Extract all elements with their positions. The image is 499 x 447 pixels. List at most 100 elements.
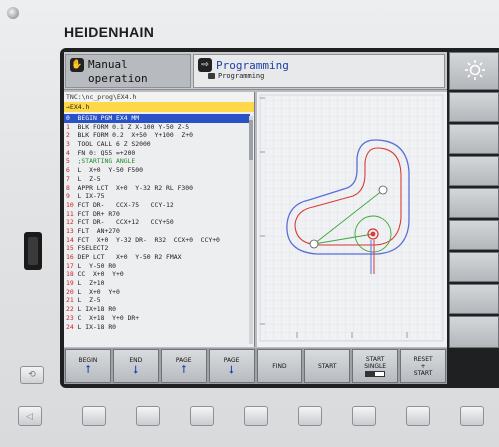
start-softkey[interactable]: START xyxy=(304,349,351,383)
hardware-softkey-5[interactable] xyxy=(298,406,322,426)
program-line[interactable]: 1 BLK FORM 0.1 Z X-100 Y-50 Z-5 xyxy=(64,123,250,132)
program-line[interactable]: 8 APPR LCT X+0 Y-32 R2 RL F300 xyxy=(64,184,250,193)
program-panel[interactable]: TNC:\nc_prog\EX4.h →EX4.h 0 BEGIN PGM EX… xyxy=(64,92,255,347)
program-line[interactable]: 18 CC X+0 Y+0 xyxy=(64,270,250,279)
line-number: 19 xyxy=(66,279,74,288)
hardware-softkey-4[interactable] xyxy=(244,406,268,426)
programming-mode[interactable]: ⇨ Programming Programming xyxy=(193,54,445,88)
program-line[interactable]: 11 FCT DR+ R70 xyxy=(64,210,250,219)
arrow-up-icon: ⭡ xyxy=(181,362,187,376)
hardware-softkey-6[interactable] xyxy=(352,406,376,426)
line-text: TOOL CALL 6 Z S2000 xyxy=(69,140,151,149)
line-text: L IX+18 R0 xyxy=(73,305,117,314)
line-text: L Z+10 xyxy=(73,279,105,288)
hardware-softkey-3[interactable] xyxy=(190,406,214,426)
vertical-softkey-6[interactable] xyxy=(449,252,499,282)
program-line[interactable]: 15 FSELECT2 xyxy=(64,244,250,253)
bezel-screw-icon xyxy=(7,7,19,19)
start-single-softkey[interactable]: START SINGLE xyxy=(352,349,399,383)
program-line[interactable]: 5 ;STARTING ANGLE xyxy=(64,157,250,166)
line-number: 12 xyxy=(66,218,74,227)
begin-softkey[interactable]: BEGIN ⭡ xyxy=(65,349,111,383)
hardware-softkey-8[interactable] xyxy=(460,406,484,426)
screen-switch-button[interactable]: ⟲ xyxy=(20,366,44,384)
program-line[interactable]: 16 DEP LCT X+0 Y-50 R2 FMAX xyxy=(64,253,250,262)
page-down-softkey[interactable]: PAGE ⭣ xyxy=(208,349,255,383)
page-up-softkey[interactable]: PAGE ⭡ xyxy=(160,349,207,383)
program-file-tab[interactable]: →EX4.h xyxy=(64,102,254,112)
program-line[interactable]: 21 L Z-5 xyxy=(64,296,250,305)
line-text: APPR LCT X+0 Y-32 R2 RL F300 xyxy=(69,183,193,192)
vertical-softkey-2[interactable] xyxy=(449,124,499,154)
toggle-icon xyxy=(365,370,386,377)
line-text: L Z-5 xyxy=(73,296,101,305)
program-line[interactable]: 0 BEGIN PGM EX4 MM xyxy=(64,114,250,123)
line-number: 18 xyxy=(66,270,74,279)
program-line[interactable]: 13 FLT AN+270 xyxy=(64,227,250,236)
end-softkey[interactable]: END ⭣ xyxy=(112,349,159,383)
program-line[interactable]: 4 FN 0: Q55 =+200 xyxy=(64,149,250,158)
program-line[interactable]: 2 BLK FORM 0.2 X+50 Y+100 Z+0 xyxy=(64,131,250,140)
contour-graphic-panel[interactable] xyxy=(257,92,447,347)
line-number: 17 xyxy=(66,261,74,270)
usb-port xyxy=(24,232,42,270)
program-line[interactable]: 19 L Z+10 xyxy=(64,279,250,288)
line-number: 23 xyxy=(66,313,74,322)
line-text: L IX-18 R0 xyxy=(73,322,117,331)
program-line[interactable]: 3 TOOL CALL 6 Z S2000 xyxy=(64,140,250,149)
program-line[interactable]: 23 C X+18 Y+0 DR+ xyxy=(64,314,250,323)
hardware-key-row: ◁ xyxy=(18,406,498,428)
line-text: L IX-75 xyxy=(69,192,105,201)
line-text: FCT X+0 Y-32 DR- R32 CCX+0 CCY+0 xyxy=(73,235,220,244)
program-line[interactable]: 10 FCT DR- CCX-75 CCY-12 xyxy=(64,201,250,210)
triangle-left-icon: ◁ xyxy=(26,412,33,422)
screen-switch-icon: ⟲ xyxy=(28,370,36,380)
program-line[interactable]: 14 FCT X+0 Y-32 DR- R32 CCX+0 CCY+0 xyxy=(64,236,250,245)
arrow-down-icon: ⭣ xyxy=(133,362,139,376)
line-text: C X+18 Y+0 DR+ xyxy=(73,313,140,322)
scrollbar-thumb[interactable] xyxy=(249,120,253,160)
line-number: 13 xyxy=(66,226,74,235)
reset-start-softkey[interactable]: RESET + START xyxy=(400,349,446,383)
display-brightness-key[interactable] xyxy=(449,52,499,90)
manual-operation-mode[interactable]: ✋ Manual operation xyxy=(65,54,191,88)
line-text: FLT AN+270 xyxy=(73,226,120,235)
program-scrollbar[interactable] xyxy=(249,116,253,344)
softkey-left-arrow-button[interactable]: ◁ xyxy=(18,406,42,426)
line-text: BLK FORM 0.2 X+50 Y+100 Z+0 xyxy=(69,131,193,140)
vertical-softkey-7[interactable] xyxy=(449,284,499,314)
programming-mode-title: Programming xyxy=(216,58,289,72)
program-line[interactable]: 12 FCT DR- CCX+12 CCY+50 xyxy=(64,218,250,227)
line-number: 11 xyxy=(66,209,74,218)
vertical-softkey-3[interactable] xyxy=(449,156,499,186)
vertical-softkey-5[interactable] xyxy=(449,220,499,250)
line-text: CC X+0 Y+0 xyxy=(73,270,124,279)
vertical-softkey-8[interactable] xyxy=(449,316,499,348)
line-text: FCT DR- CCX-75 CCY-12 xyxy=(73,200,174,209)
program-line[interactable]: 7 L Z-5 xyxy=(64,175,250,184)
line-number: 20 xyxy=(66,287,74,296)
hardware-softkey-1[interactable] xyxy=(82,406,106,426)
program-line[interactable]: 20 L X+0 Y+0 xyxy=(64,288,250,297)
vertical-softkey-1[interactable] xyxy=(449,92,499,122)
program-line[interactable]: 17 L Y-50 R0 xyxy=(64,262,250,271)
line-number: 14 xyxy=(66,235,74,244)
line-text: ;STARTING ANGLE xyxy=(69,157,136,166)
vertical-softkey-4[interactable] xyxy=(449,188,499,218)
program-line[interactable]: 22 L IX+18 R0 xyxy=(64,305,250,314)
line-number: 24 xyxy=(66,322,74,331)
arrow-up-icon: ⭡ xyxy=(85,362,91,376)
program-line[interactable]: 6 L X+0 Y-50 F500 xyxy=(64,166,250,175)
program-line[interactable]: 9 L IX-75 xyxy=(64,192,250,201)
find-softkey[interactable]: FIND xyxy=(256,349,303,383)
line-text: DEP LCT X+0 Y-50 R2 FMAX xyxy=(73,253,182,261)
line-text: FCT DR- CCX+12 CCY+50 xyxy=(73,218,174,227)
hardware-softkey-2[interactable] xyxy=(136,406,160,426)
sun-icon xyxy=(465,60,485,80)
softkey-row: BEGIN ⭡ END ⭣ PAGE ⭡ PAGE ⭣ FIND START S… xyxy=(64,348,447,384)
line-text: L X+0 Y-50 F500 xyxy=(69,166,143,175)
program-line[interactable]: 24 L IX-18 R0 xyxy=(64,323,250,332)
hardware-softkey-7[interactable] xyxy=(406,406,430,426)
programming-sub-label: Programming xyxy=(218,72,265,80)
line-text: L Y-50 R0 xyxy=(73,261,117,270)
